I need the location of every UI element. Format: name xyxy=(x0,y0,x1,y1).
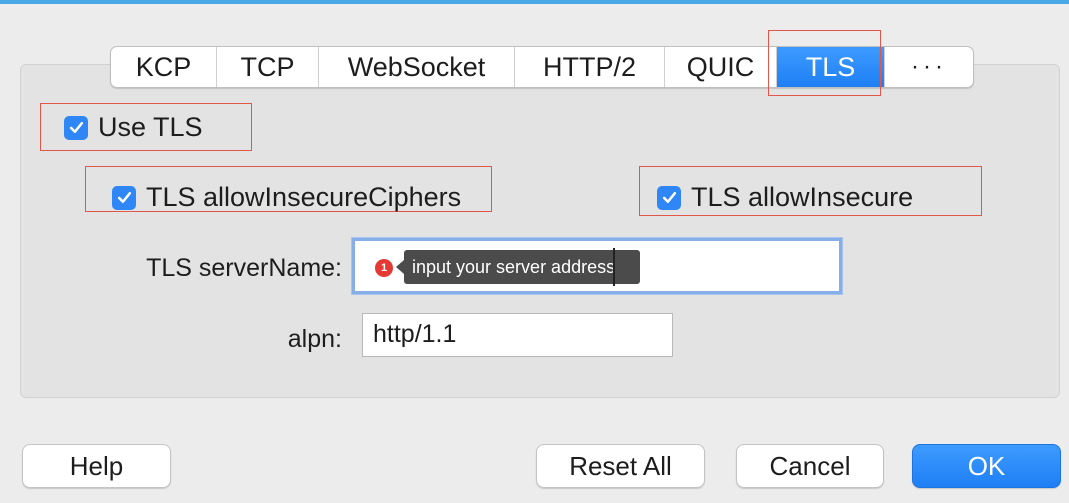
help-button[interactable]: Help xyxy=(22,444,171,488)
checkmark-icon xyxy=(117,191,131,204)
window-top-accent xyxy=(0,0,1069,4)
tab-quic[interactable]: QUIC xyxy=(665,47,777,87)
checkmark-icon xyxy=(69,121,83,134)
alpn-label: alpn: xyxy=(287,325,342,353)
tab-http2[interactable]: HTTP/2 xyxy=(515,47,665,87)
server-name-tooltip: input your server address xyxy=(404,250,640,284)
use-tls-label: Use TLS xyxy=(98,112,203,142)
allow-insecure-label: TLS allowInsecure xyxy=(691,182,914,212)
allow-insecure-ciphers-label: TLS allowInsecureCiphers xyxy=(146,182,462,212)
allow-insecure-option[interactable]: TLS allowInsecure xyxy=(657,182,913,213)
use-tls-option[interactable]: Use TLS xyxy=(64,112,203,143)
checkmark-icon xyxy=(662,191,676,204)
allow-insecure-ciphers-option[interactable]: TLS allowInsecureCiphers xyxy=(112,182,461,213)
reset-all-button[interactable]: Reset All xyxy=(536,444,705,488)
alpn-input[interactable]: http/1.1 xyxy=(362,313,673,357)
tooltip-arrow xyxy=(396,260,404,274)
error-badge: 1 xyxy=(375,259,393,277)
highlight-box-tls-tab xyxy=(768,30,881,96)
ok-button[interactable]: OK xyxy=(912,444,1061,488)
cancel-button[interactable]: Cancel xyxy=(736,444,884,488)
tab-kcp[interactable]: KCP xyxy=(111,47,217,87)
allow-insecure-checkbox[interactable] xyxy=(657,185,681,210)
tab-websocket[interactable]: WebSocket xyxy=(319,47,515,87)
server-name-label: TLS serverName: xyxy=(146,254,342,282)
tab-more[interactable]: ··· xyxy=(885,47,973,87)
tab-tcp[interactable]: TCP xyxy=(217,47,319,87)
text-cursor xyxy=(613,248,615,286)
allow-insecure-ciphers-checkbox[interactable] xyxy=(112,185,136,210)
use-tls-checkbox[interactable] xyxy=(64,115,88,140)
